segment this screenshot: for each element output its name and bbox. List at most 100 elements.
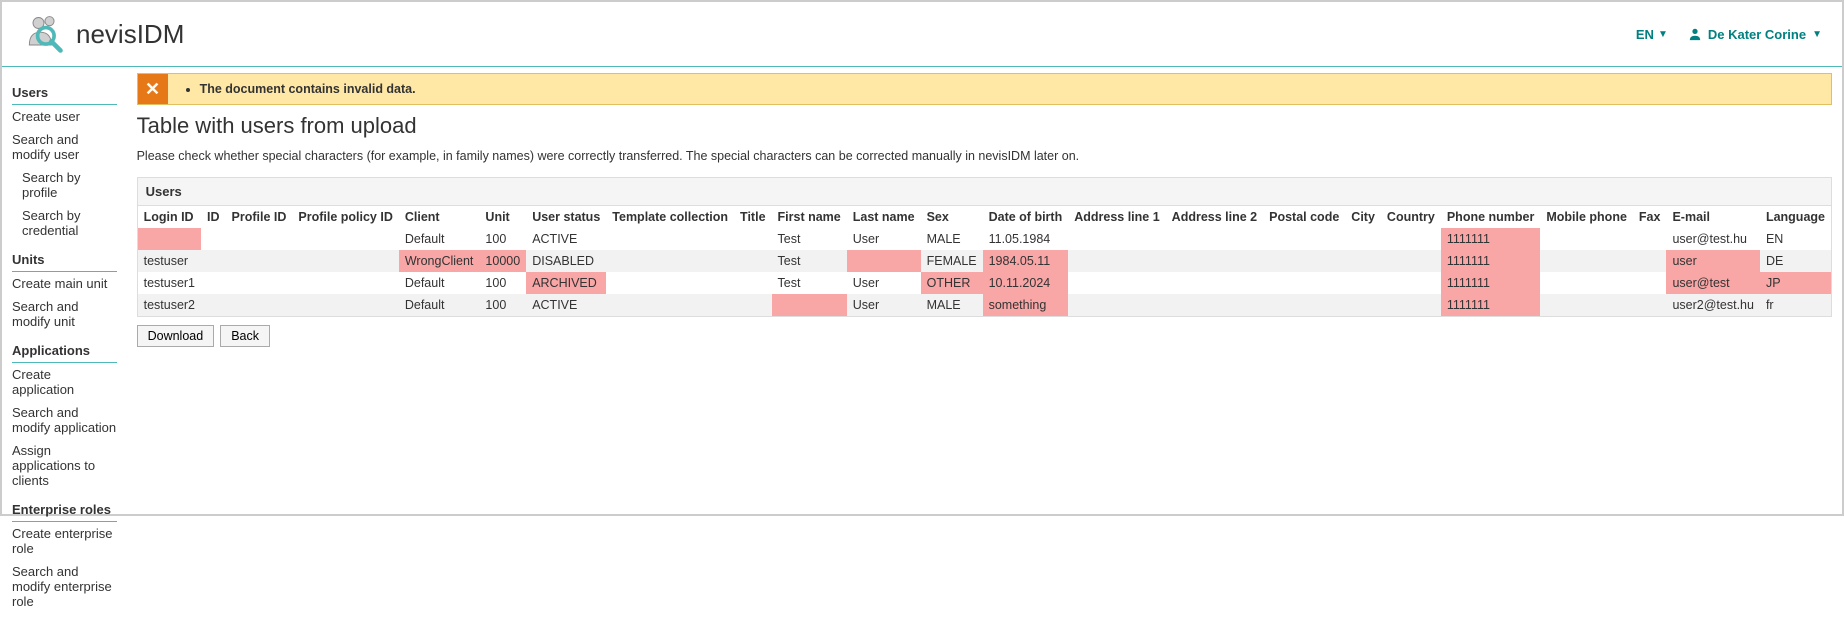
table-column-header: Title	[734, 206, 771, 228]
main-content: ✕ The document contains invalid data. Ta…	[127, 67, 1842, 621]
table-cell: testuser2	[138, 294, 201, 316]
table-cell: 1111111	[1441, 250, 1541, 272]
logo-area: nevisIDM	[22, 12, 184, 56]
table-cell	[1068, 272, 1165, 294]
table-cell	[734, 228, 771, 250]
table-cell	[1540, 250, 1633, 272]
table-cell	[226, 294, 293, 316]
table-cell: Test	[772, 250, 847, 272]
table-cell: 1111111	[1441, 294, 1541, 316]
table-cell	[1166, 294, 1263, 316]
sidebar-item-search-by-credential[interactable]: Search by credential	[12, 204, 117, 242]
table-cell	[1263, 228, 1345, 250]
table-cell: Test	[772, 228, 847, 250]
table-cell	[226, 250, 293, 272]
table-row: Default100ACTIVETestUserMALE11.05.198411…	[138, 228, 1831, 250]
table-cell	[292, 272, 398, 294]
table-cell: User	[847, 272, 921, 294]
table-column-header: User status	[526, 206, 606, 228]
table-cell: Test	[772, 272, 847, 294]
table-cell: 100	[479, 228, 526, 250]
download-button[interactable]: Download	[137, 325, 215, 347]
table-column-header: Template collection	[606, 206, 734, 228]
table-cell	[1540, 272, 1633, 294]
sidebar-heading-users: Users	[12, 81, 117, 105]
table-column-header: Address line 1	[1068, 206, 1165, 228]
table-cell: Default	[399, 272, 480, 294]
table-cell: 11.05.1984	[983, 228, 1069, 250]
error-icon: ✕	[138, 74, 168, 104]
table-cell	[1381, 294, 1441, 316]
sidebar-heading-applications: Applications	[12, 339, 117, 363]
table-cell	[1166, 228, 1263, 250]
main-container: Users Create user Search and modify user…	[2, 67, 1842, 621]
table-title: Users	[138, 178, 1831, 206]
table-column-header: Client	[399, 206, 480, 228]
sidebar-item-search-modify-enterprise-role[interactable]: Search and modify enterprise role	[12, 560, 117, 613]
table-column-header: Profile policy ID	[292, 206, 398, 228]
table-column-header: Profile ID	[226, 206, 293, 228]
table-column-header: Date of birth	[983, 206, 1069, 228]
table-cell: OTHER	[921, 272, 983, 294]
sidebar-item-create-user[interactable]: Create user	[12, 105, 117, 128]
table-column-header: Login ID	[138, 206, 201, 228]
sidebar-item-create-enterprise-role[interactable]: Create enterprise role	[12, 522, 117, 560]
back-button[interactable]: Back	[220, 325, 270, 347]
alert-message: The document contains invalid data.	[200, 82, 416, 96]
table-cell: 1984.05.11	[983, 250, 1069, 272]
table-column-header: Address line 2	[1166, 206, 1263, 228]
table-header-row: Login IDIDProfile IDProfile policy IDCli…	[138, 206, 1831, 228]
table-column-header: Phone number	[1441, 206, 1541, 228]
table-cell: User	[847, 228, 921, 250]
table-cell	[1345, 294, 1381, 316]
table-cell: ACTIVE	[526, 228, 606, 250]
table-cell	[201, 294, 226, 316]
sidebar-heading-enterprise-roles: Enterprise roles	[12, 498, 117, 522]
table-cell	[734, 250, 771, 272]
table-cell: 10000	[479, 250, 526, 272]
table-cell	[226, 228, 293, 250]
chevron-down-icon: ▼	[1812, 29, 1822, 40]
table-cell: something	[983, 294, 1069, 316]
sidebar-item-create-application[interactable]: Create application	[12, 363, 117, 401]
help-text: Please check whether special characters …	[137, 149, 1832, 163]
language-selector[interactable]: EN ▼	[1636, 27, 1668, 42]
chevron-down-icon: ▼	[1658, 29, 1668, 40]
table-column-header: Mobile phone	[1540, 206, 1633, 228]
table-cell	[1381, 228, 1441, 250]
table-column-header: Sex	[921, 206, 983, 228]
table-cell	[1345, 250, 1381, 272]
sidebar-item-assign-applications[interactable]: Assign applications to clients	[12, 439, 117, 492]
user-menu[interactable]: De Kater Corine ▼	[1688, 27, 1822, 42]
table-cell: Default	[399, 228, 480, 250]
table-body: Default100ACTIVETestUserMALE11.05.198411…	[138, 228, 1831, 316]
table-cell: JP	[1760, 272, 1831, 294]
sidebar-item-search-modify-user[interactable]: Search and modify user	[12, 128, 117, 166]
table-cell: 10.11.2024	[983, 272, 1069, 294]
username-label: De Kater Corine	[1708, 27, 1806, 42]
table-cell: User	[847, 294, 921, 316]
sidebar-item-create-main-unit[interactable]: Create main unit	[12, 272, 117, 295]
table-cell	[292, 250, 398, 272]
users-table: Login IDIDProfile IDProfile policy IDCli…	[138, 206, 1831, 316]
table-cell: 1111111	[1441, 272, 1541, 294]
table-column-header: ID	[201, 206, 226, 228]
table-cell: MALE	[921, 228, 983, 250]
users-table-wrap: Users Login IDIDProfile IDProfile policy…	[137, 177, 1832, 317]
page-title: Table with users from upload	[137, 113, 1832, 139]
table-row: testuser1Default100ARCHIVEDTestUserOTHER…	[138, 272, 1831, 294]
sidebar-item-search-modify-unit[interactable]: Search and modify unit	[12, 295, 117, 333]
app-logo-icon	[22, 12, 66, 56]
button-bar: Download Back	[137, 325, 1832, 347]
table-row: testuserWrongClient10000DISABLEDTestFEMA…	[138, 250, 1831, 272]
sidebar: Users Create user Search and modify user…	[2, 67, 127, 621]
sidebar-item-search-modify-application[interactable]: Search and modify application	[12, 401, 117, 439]
table-column-header: Unit	[479, 206, 526, 228]
table-cell	[1068, 250, 1165, 272]
table-cell	[138, 228, 201, 250]
language-label: EN	[1636, 27, 1654, 42]
table-cell: DE	[1760, 250, 1831, 272]
table-cell	[1345, 272, 1381, 294]
table-cell	[606, 272, 734, 294]
sidebar-item-search-by-profile[interactable]: Search by profile	[12, 166, 117, 204]
